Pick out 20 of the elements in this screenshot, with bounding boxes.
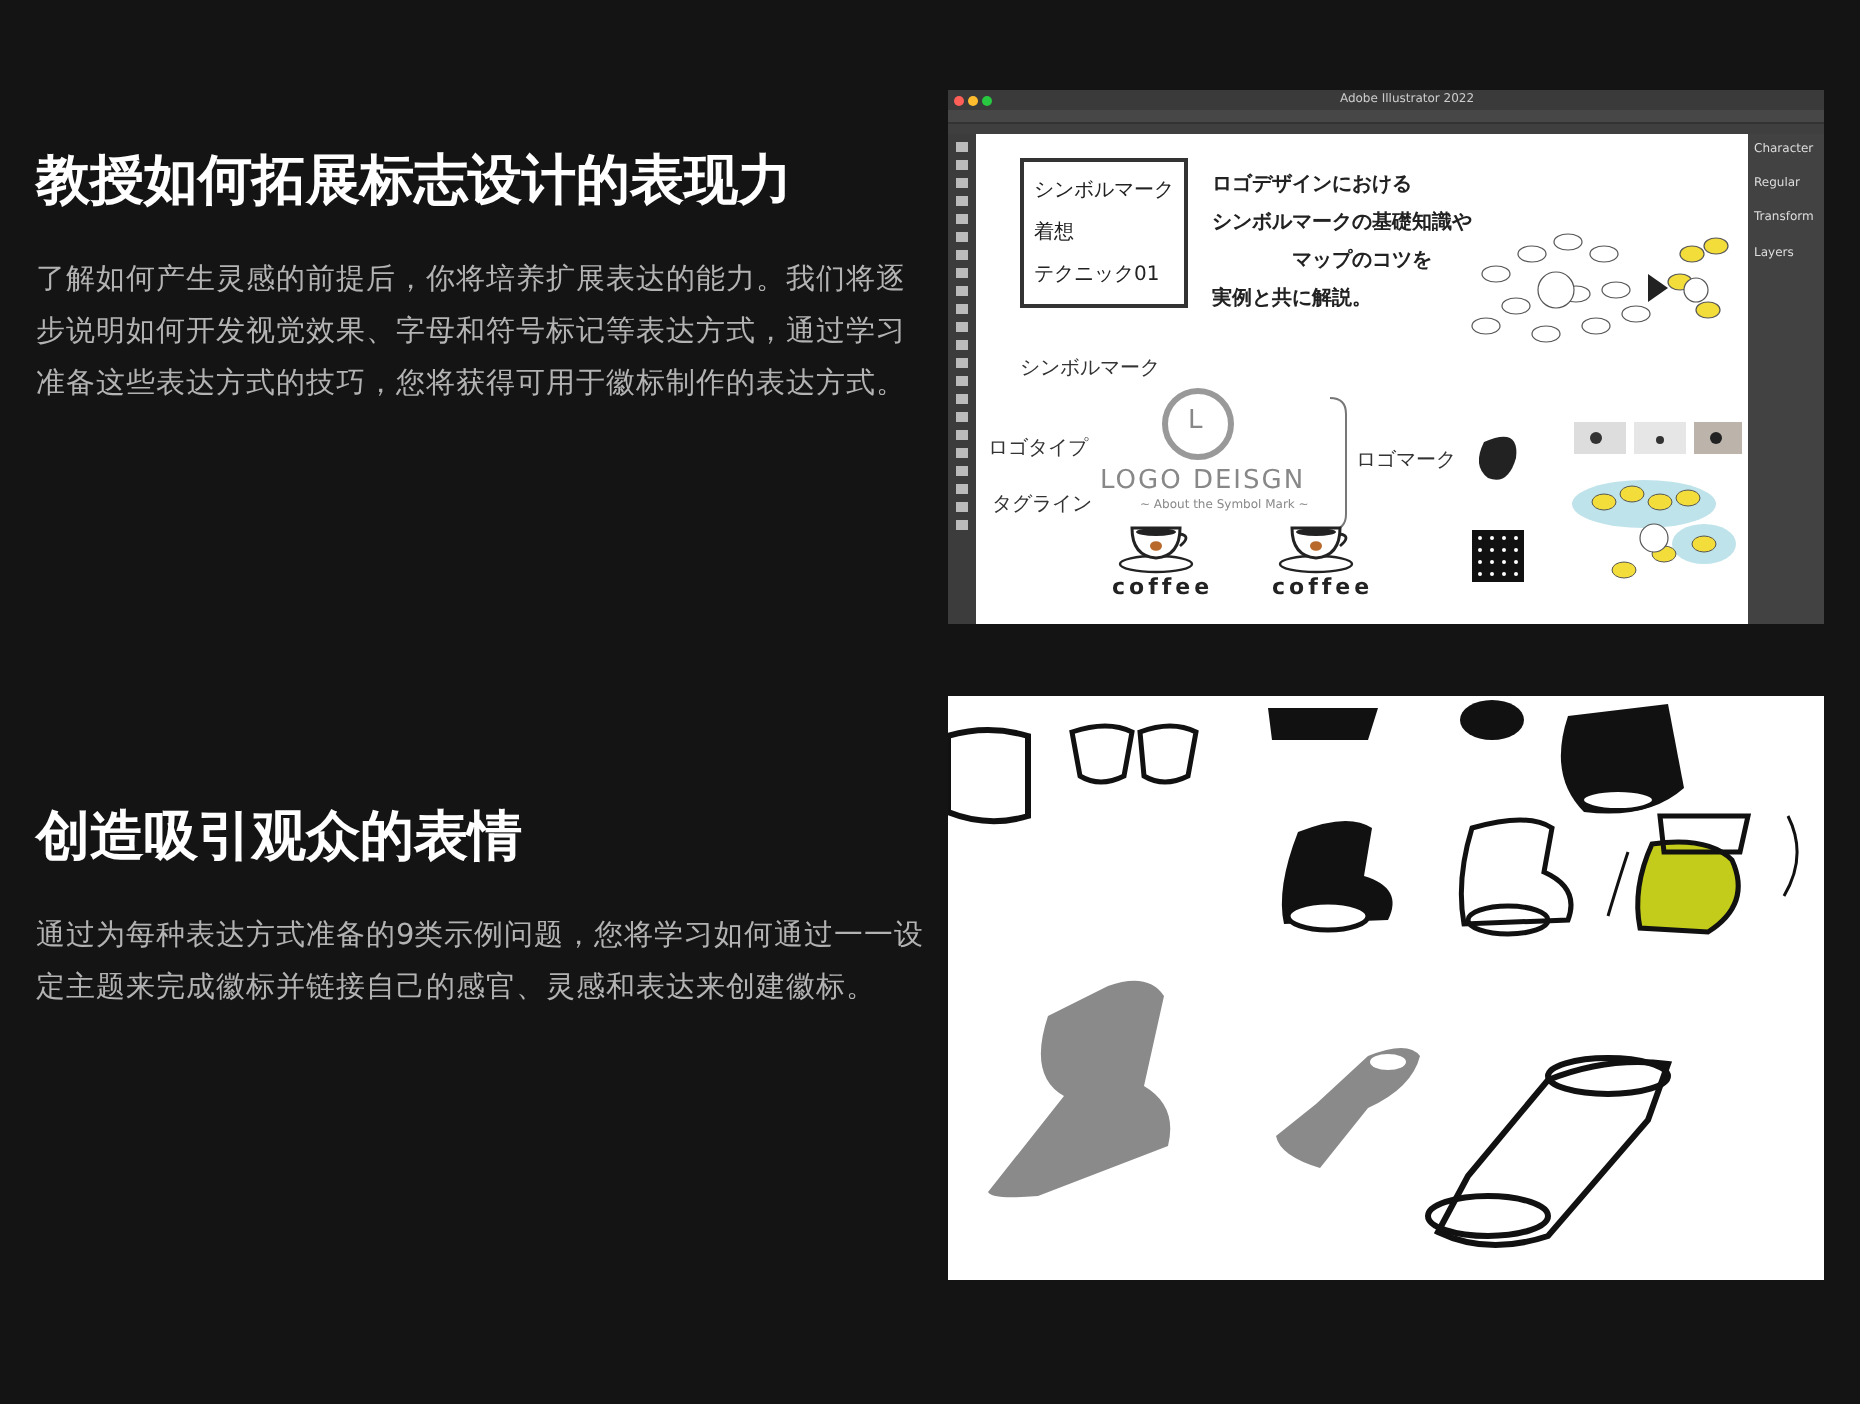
label-text: ロゴマーク xyxy=(1356,450,1456,472)
intro-text: 実例と共に解説。 xyxy=(1212,284,1374,314)
box-text: 着想 xyxy=(1034,219,1076,248)
label-text: タグライン xyxy=(992,494,1092,516)
box-text: テクニック01 xyxy=(1034,262,1162,290)
logo-letter: L xyxy=(1188,408,1205,437)
logo-text: LOGO DEISGN xyxy=(1100,468,1306,497)
intro-text: マップのコツを xyxy=(1290,246,1434,276)
label-text: ロゴタイプ xyxy=(988,438,1088,460)
box-text: シンボルマーク xyxy=(1034,178,1174,206)
section-heading: 创造吸引观众的表情 xyxy=(36,806,524,871)
section-text: 了解如何产生灵感的前提后，你将培养扩展表达的能力。我们将逐步说明如何开发视觉效果、字母和符号标记等表达方式，通过学习准备这些表达方式的技巧，您将获得可用于徽标制作的表达方式。 xyxy=(36,261,908,405)
section-heading: 教授如何拓展标志设计的表现力 xyxy=(36,150,794,215)
cup-text: coffee xyxy=(1272,576,1374,601)
intro-text: ロゴデザインにおける xyxy=(1212,171,1414,200)
logo-circle-icon xyxy=(1160,386,1236,462)
section-text: 通过为每种表达方式准备的9类示例问题，您将学习如何通过一一设定主题来完成徽标并链接自己的感官、灵感和表达来创建徽标。 xyxy=(36,917,926,1009)
intro-text: シンボルマークの基礎知識や xyxy=(1212,209,1472,238)
cup-text: coffee xyxy=(1112,576,1214,601)
label-text: シンボルマーク xyxy=(1020,358,1160,380)
